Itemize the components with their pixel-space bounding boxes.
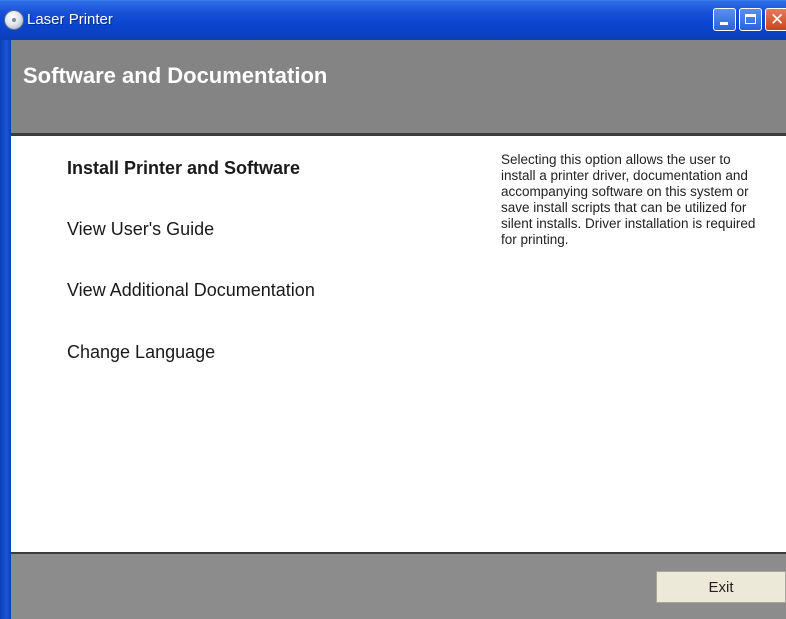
- option-description: Selecting this option allows the user to…: [501, 152, 756, 247]
- minimize-button[interactable]: [713, 8, 736, 31]
- menu-item-view-additional-documentation[interactable]: View Additional Documentation: [67, 280, 315, 301]
- close-icon: ✕: [770, 10, 785, 30]
- menu-item-install-printer-software[interactable]: Install Printer and Software: [67, 158, 300, 179]
- page-title: Software and Documentation: [23, 63, 328, 88]
- footer-bar: Exit: [11, 554, 786, 619]
- maximize-button[interactable]: [739, 8, 762, 31]
- exit-button[interactable]: Exit: [656, 571, 786, 603]
- close-button[interactable]: ✕: [765, 8, 786, 31]
- cd-disc-icon: [5, 11, 23, 29]
- minimize-icon: [720, 22, 728, 25]
- main-content: Install Printer and Software View User's…: [11, 136, 786, 552]
- menu-item-view-users-guide[interactable]: View User's Guide: [67, 219, 214, 240]
- window-left-border: [0, 40, 11, 619]
- window-title: Laser Printer: [27, 11, 113, 28]
- maximize-icon: [745, 14, 756, 24]
- header-banner: Software and Documentation: [11, 40, 786, 133]
- menu-item-change-language[interactable]: Change Language: [67, 342, 215, 363]
- title-bar[interactable]: Laser Printer ✕: [0, 0, 786, 40]
